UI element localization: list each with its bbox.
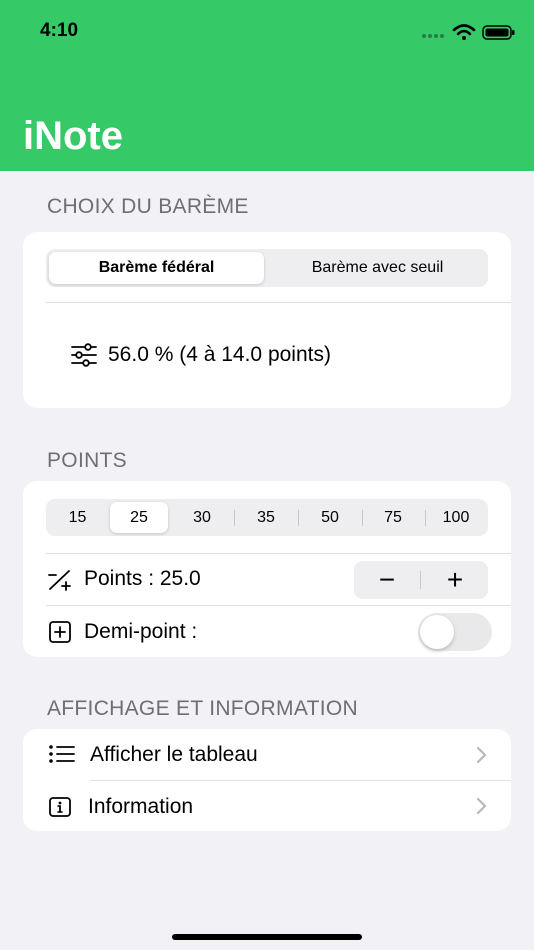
divider	[46, 605, 511, 606]
stepper-plus-button[interactable]: +	[422, 561, 488, 599]
plus-square-icon	[49, 621, 71, 643]
segment-bareme-federal[interactable]: Barème fédéral	[49, 252, 264, 284]
demi-point-label: Demi-point :	[84, 620, 198, 643]
segment-separator	[234, 510, 235, 526]
status-icons	[422, 24, 515, 40]
home-indicator	[172, 934, 362, 940]
stepper-separator	[420, 571, 421, 589]
app-title: iNote	[23, 114, 123, 158]
points-label: Points : 25.0	[84, 567, 201, 590]
segment-points-50[interactable]: 50	[300, 502, 360, 533]
demi-point-toggle[interactable]	[418, 613, 492, 651]
afficher-tableau-label: Afficher le tableau	[90, 743, 258, 766]
segment-bareme-avec-seuil[interactable]: Barème avec seuil	[270, 252, 485, 284]
segment-points-15[interactable]: 15	[49, 502, 106, 533]
segment-points-35[interactable]: 35	[236, 502, 296, 533]
status-time: 4:10	[40, 20, 79, 41]
nav-header: 4:10 iNote	[0, 0, 534, 171]
row-afficher-tableau[interactable]: Afficher le tableau	[23, 729, 511, 780]
section-label-bareme: CHOIX DU BARÈME	[47, 195, 249, 218]
stepper-minus-button[interactable]: −	[354, 561, 420, 599]
points-segmented-control: 15 25 30 35 50 75 100	[46, 499, 488, 536]
segment-points-100[interactable]: 100	[426, 502, 486, 533]
information-label: Information	[88, 795, 194, 818]
segment-separator	[298, 510, 299, 526]
chevron-right-icon	[476, 746, 487, 764]
section-label-points: POINTS	[47, 449, 127, 472]
points-stepper: − +	[354, 561, 488, 599]
fraction-icon	[48, 570, 71, 591]
segment-points-25[interactable]: 25	[110, 502, 168, 533]
segment-points-30[interactable]: 30	[173, 502, 231, 533]
bareme-segmented-control: Barème fédéral Barème avec seuil	[46, 249, 488, 287]
battery-icon	[482, 25, 515, 40]
toggle-knob	[420, 615, 454, 649]
divider	[46, 553, 511, 554]
chevron-right-icon	[476, 797, 487, 815]
sliders-icon	[71, 343, 97, 367]
bareme-card: Barème fédéral Barème avec seuil 56.0 % …	[23, 232, 511, 408]
points-card: 15 25 30 35 50 75 100 Points : 25.0 − + …	[23, 481, 511, 657]
cellular-signal-icon	[422, 34, 444, 38]
section-label-affichage: AFFICHAGE ET INFORMATION	[47, 697, 358, 720]
row-information[interactable]: Information	[23, 781, 511, 831]
affichage-card: Afficher le tableau Information	[23, 729, 511, 831]
divider	[46, 302, 511, 303]
wifi-icon	[452, 24, 476, 36]
segment-points-75[interactable]: 75	[363, 502, 423, 533]
info-icon	[49, 797, 71, 817]
bareme-summary: 56.0 % (4 à 14.0 points)	[108, 343, 331, 366]
list-icon	[49, 745, 75, 763]
